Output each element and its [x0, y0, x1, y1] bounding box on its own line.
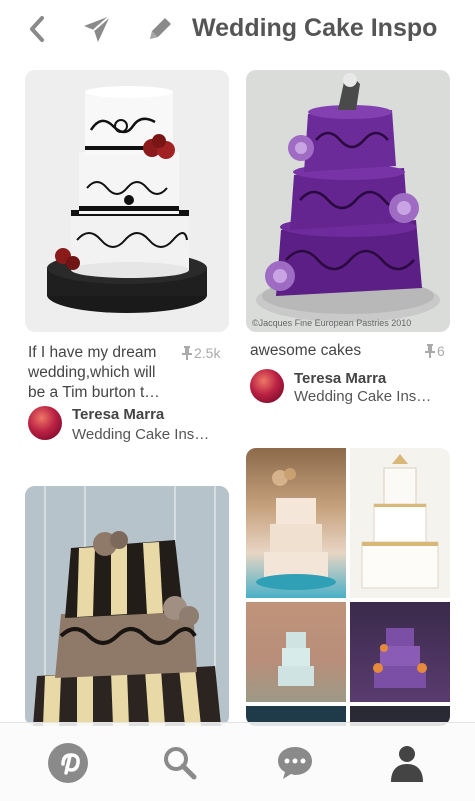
board-title: Wedding Cake Inspo	[192, 14, 438, 42]
cake-illustration	[47, 86, 207, 313]
avatar[interactable]	[28, 406, 62, 440]
pin-image-cake-collage[interactable]	[246, 448, 450, 726]
pinner-name[interactable]: Teresa Marra	[294, 370, 386, 387]
tab-profile[interactable]	[385, 741, 429, 785]
search-icon	[164, 747, 197, 780]
pinterest-logo-icon	[48, 743, 88, 783]
pin-image-striped-cake[interactable]	[25, 486, 229, 726]
save-count-value: 2.5k	[194, 345, 221, 361]
tab-messages[interactable]	[273, 741, 317, 785]
send-icon	[84, 15, 111, 42]
tab-search[interactable]	[158, 741, 202, 785]
tab-home[interactable]	[46, 741, 90, 785]
edit-button[interactable]	[143, 12, 177, 46]
save-count-value: 6	[437, 343, 445, 359]
send-button[interactable]	[80, 12, 114, 46]
pin-caption[interactable]: awesome cakes	[250, 341, 410, 361]
collage-tile	[350, 602, 450, 702]
pin-icon	[425, 344, 435, 358]
board-name[interactable]: Wedding Cake Ins…	[72, 426, 209, 443]
save-count: 2.5k	[182, 345, 220, 361]
avatar[interactable]	[250, 369, 284, 403]
pinner-name[interactable]: Teresa Marra	[72, 406, 164, 423]
board-name[interactable]: Wedding Cake Ins…	[294, 388, 431, 405]
pin-icon	[182, 346, 192, 360]
cake-illustration	[25, 486, 229, 726]
pin-image-black-white-cake[interactable]	[25, 70, 229, 332]
save-count: 6	[425, 343, 445, 359]
back-button[interactable]	[20, 12, 54, 46]
collage-tile	[246, 448, 346, 598]
profile-icon	[391, 746, 423, 782]
cake-illustration	[278, 632, 314, 686]
cake-illustration	[256, 468, 336, 590]
chevron-left-icon	[30, 16, 44, 42]
image-watermark: ©Jacques Fine European Pastries 2010	[252, 318, 412, 328]
cake-illustration	[256, 73, 440, 322]
top-bar: Wedding Cake Inspo	[0, 0, 475, 62]
collage-tile	[350, 448, 450, 598]
pin-caption[interactable]: If I have my dream wedding,which will be…	[28, 343, 176, 403]
pin-image-purple-cake[interactable]: ©Jacques Fine European Pastries 2010	[246, 70, 450, 332]
chat-bubble-icon	[278, 747, 312, 779]
cake-illustration	[373, 628, 427, 688]
collage-tile	[246, 602, 346, 702]
cake-illustration	[361, 454, 439, 589]
bottom-tab-bar	[0, 722, 475, 801]
pencil-icon	[150, 18, 171, 39]
